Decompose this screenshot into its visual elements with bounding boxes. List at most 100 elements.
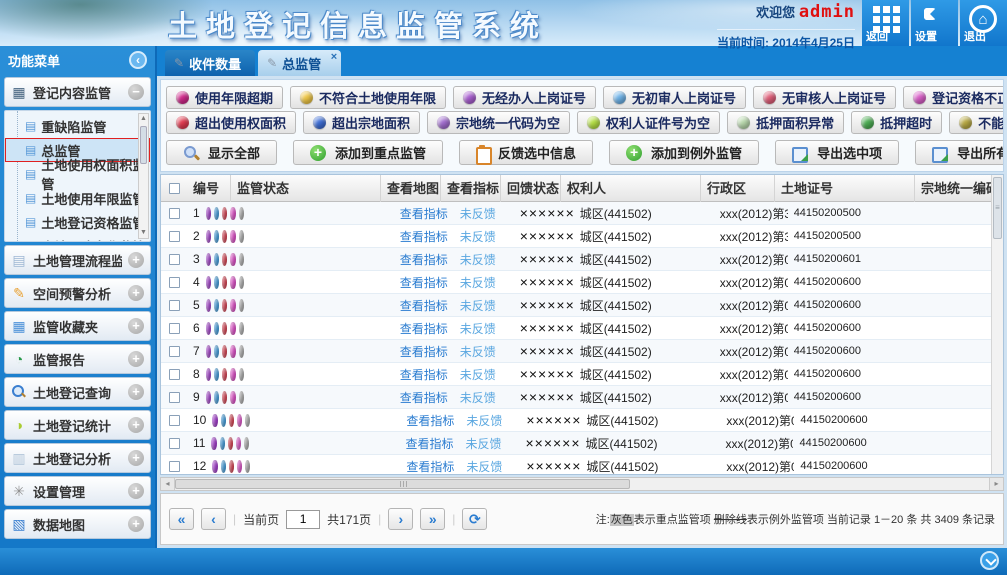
sidebar-group[interactable]: 监管报告 + [4,344,151,374]
scroll-down-icon[interactable]: ▼ [139,228,148,238]
view-indicator-link[interactable]: 查看指标 [394,274,454,291]
view-indicator-link[interactable]: 查看指标 [394,228,454,245]
scrollbar-thumb[interactable]: ≡ [993,177,1002,239]
sidebar-group[interactable]: 土地管理流程监管 + [4,245,151,275]
feedback-status-link[interactable]: 未反馈 [454,251,514,268]
scrollbar-thumb[interactable] [175,479,630,489]
scroll-left-icon[interactable]: ◂ [161,478,175,490]
action-button[interactable]: 添加到重点监管 [293,140,443,165]
row-checkbox[interactable] [169,208,180,219]
legend-filter-button[interactable]: 超出使用权面积 [166,111,296,134]
tab-receipt-count[interactable]: ✎ 收件数量 [165,50,255,76]
sidebar-group[interactable]: 监管收藏夹 + [4,311,151,341]
sidebar-submenu-item[interactable]: ▤ 土地登记资格监管 [5,210,150,234]
last-page-button[interactable]: » [420,508,445,530]
submenu-scrollbar[interactable]: ▲ ▼ [138,113,149,239]
next-page-button[interactable]: › [388,508,413,530]
sidebar-submenu-item[interactable]: ▤ 重缺陷监管 [5,114,150,138]
column-header[interactable]: 回馈状态 [501,175,561,202]
legend-filter-button[interactable]: 登记资格不正常 [903,86,1004,109]
row-checkbox[interactable] [169,300,180,311]
column-header[interactable]: 行政区 [701,175,775,202]
view-indicator-link[interactable]: 查看指标 [394,389,454,406]
tab-general-supervision[interactable]: ✎ 总监管 × [258,50,341,76]
expand-group-icon[interactable]: + [128,351,144,367]
column-header[interactable]: 查看指标 [441,175,501,202]
table-row[interactable]: 10 查看指标 未反馈 ×××××× 城区(441502) xxx(2012)第… [161,409,991,432]
legend-filter-button[interactable]: 无初审人上岗证号 [603,86,746,109]
row-checkbox[interactable] [169,461,180,472]
legend-filter-button[interactable]: 不能用于抵押 [949,111,1004,134]
row-checkbox[interactable] [169,415,180,426]
first-page-button[interactable]: « [169,508,194,530]
table-row[interactable]: 5 查看指标 未反馈 ×××××× 城区(441502) xxx(2012)第0… [161,294,991,317]
view-indicator-link[interactable]: 查看指标 [394,251,454,268]
table-row[interactable]: 2 查看指标 未反馈 ×××××× 城区(441502) xxx(2012)第3… [161,225,991,248]
scrollbar-thumb[interactable] [140,126,147,164]
column-header[interactable]: 宗地统一编码 [915,175,991,202]
row-checkbox[interactable] [169,346,180,357]
legend-filter-button[interactable]: 权利人证件号为空 [577,111,720,134]
sidebar-group[interactable]: 土地登记查询 + [4,377,151,407]
view-indicator-link[interactable]: 查看指标 [399,435,459,452]
back-button[interactable]: 返回 [862,0,909,46]
view-indicator-link[interactable]: 查看指标 [394,320,454,337]
view-indicator-link[interactable]: 查看指标 [394,297,454,314]
table-row[interactable]: 12 查看指标 未反馈 ×××××× 城区(441502) xxx(2012)第… [161,455,991,474]
sidebar-group[interactable]: 土地登记分析 + [4,443,151,473]
table-row[interactable]: 6 查看指标 未反馈 ×××××× 城区(441502) xxx(2012)第0… [161,317,991,340]
legend-filter-button[interactable]: 抵押面积异常 [727,111,844,134]
legend-filter-button[interactable]: 无审核人上岗证号 [753,86,896,109]
row-checkbox[interactable] [169,231,180,242]
legend-filter-button[interactable]: 使用年限超期 [166,86,283,109]
sidebar-group[interactable]: 设置管理 + [4,476,151,506]
refresh-button[interactable]: ⟳ [462,508,487,530]
feedback-status-link[interactable]: 未反馈 [454,205,514,222]
expand-group-icon[interactable]: + [128,450,144,466]
view-indicator-link[interactable]: 查看指标 [394,343,454,360]
row-checkbox[interactable] [169,369,180,380]
legend-filter-button[interactable]: 抵押超时 [851,111,942,134]
sidebar-collapse-button[interactable]: ‹ [129,51,147,69]
table-row[interactable]: 3 查看指标 未反馈 ×××××× 城区(441502) xxx(2012)第0… [161,248,991,271]
feedback-status-link[interactable]: 未反馈 [454,274,514,291]
feedback-status-link[interactable]: 未反馈 [459,435,519,452]
action-button[interactable]: 导出所有 [915,140,1004,165]
expand-group-icon[interactable]: + [128,417,144,433]
table-row[interactable]: 7 查看指标 未反馈 ×××××× 城区(441502) xxx(2012)第0… [161,340,991,363]
column-header[interactable]: 编号 [187,175,231,202]
legend-filter-button[interactable]: 不符合土地使用年限 [290,86,446,109]
action-button[interactable]: 显示全部 [166,140,277,165]
scroll-up-icon[interactable]: ▲ [139,114,148,124]
expand-group-icon[interactable]: + [128,252,144,268]
view-indicator-link[interactable]: 查看指标 [400,458,460,475]
row-checkbox[interactable] [169,323,180,334]
row-checkbox[interactable] [169,277,180,288]
feedback-status-link[interactable]: 未反馈 [454,228,514,245]
view-indicator-link[interactable]: 查看指标 [394,205,454,222]
expand-group-icon[interactable]: + [128,285,144,301]
select-all-checkbox[interactable] [169,183,180,194]
feedback-status-link[interactable]: 未反馈 [454,389,514,406]
sidebar-group[interactable]: 土地登记统计 + [4,410,151,440]
row-checkbox[interactable] [169,254,180,265]
expand-group-icon[interactable]: + [128,483,144,499]
settings-button[interactable]: 设置 [911,0,958,46]
sidebar-submenu-item[interactable]: ▤ 土地使用权面积监管 [5,162,150,186]
collapse-group-icon[interactable]: − [128,84,144,100]
table-horizontal-scrollbar[interactable]: ◂ ▸ [160,477,1004,491]
scroll-right-icon[interactable]: ▸ [989,478,1003,490]
legend-filter-button[interactable]: 超出宗地面积 [303,111,420,134]
table-row[interactable]: 8 查看指标 未反馈 ×××××× 城区(441502) xxx(2012)第0… [161,363,991,386]
column-header[interactable]: 权利人 [561,175,701,202]
sidebar-group[interactable]: 数据地图 + [4,509,151,539]
expand-group-icon[interactable]: + [128,516,144,532]
expand-group-icon[interactable]: + [128,318,144,334]
expand-group-icon[interactable]: + [128,384,144,400]
legend-filter-button[interactable]: 无经办人上岗证号 [453,86,596,109]
table-row[interactable]: 4 查看指标 未反馈 ×××××× 城区(441502) xxx(2012)第0… [161,271,991,294]
legend-filter-button[interactable]: 宗地统一代码为空 [427,111,570,134]
sidebar-submenu-item[interactable]: ▤ 土地使用年限监管 [5,186,150,210]
row-checkbox[interactable] [169,392,180,403]
table-row[interactable]: 1 查看指标 未反馈 ×××××× 城区(441502) xxx(2012)第3… [161,202,991,225]
